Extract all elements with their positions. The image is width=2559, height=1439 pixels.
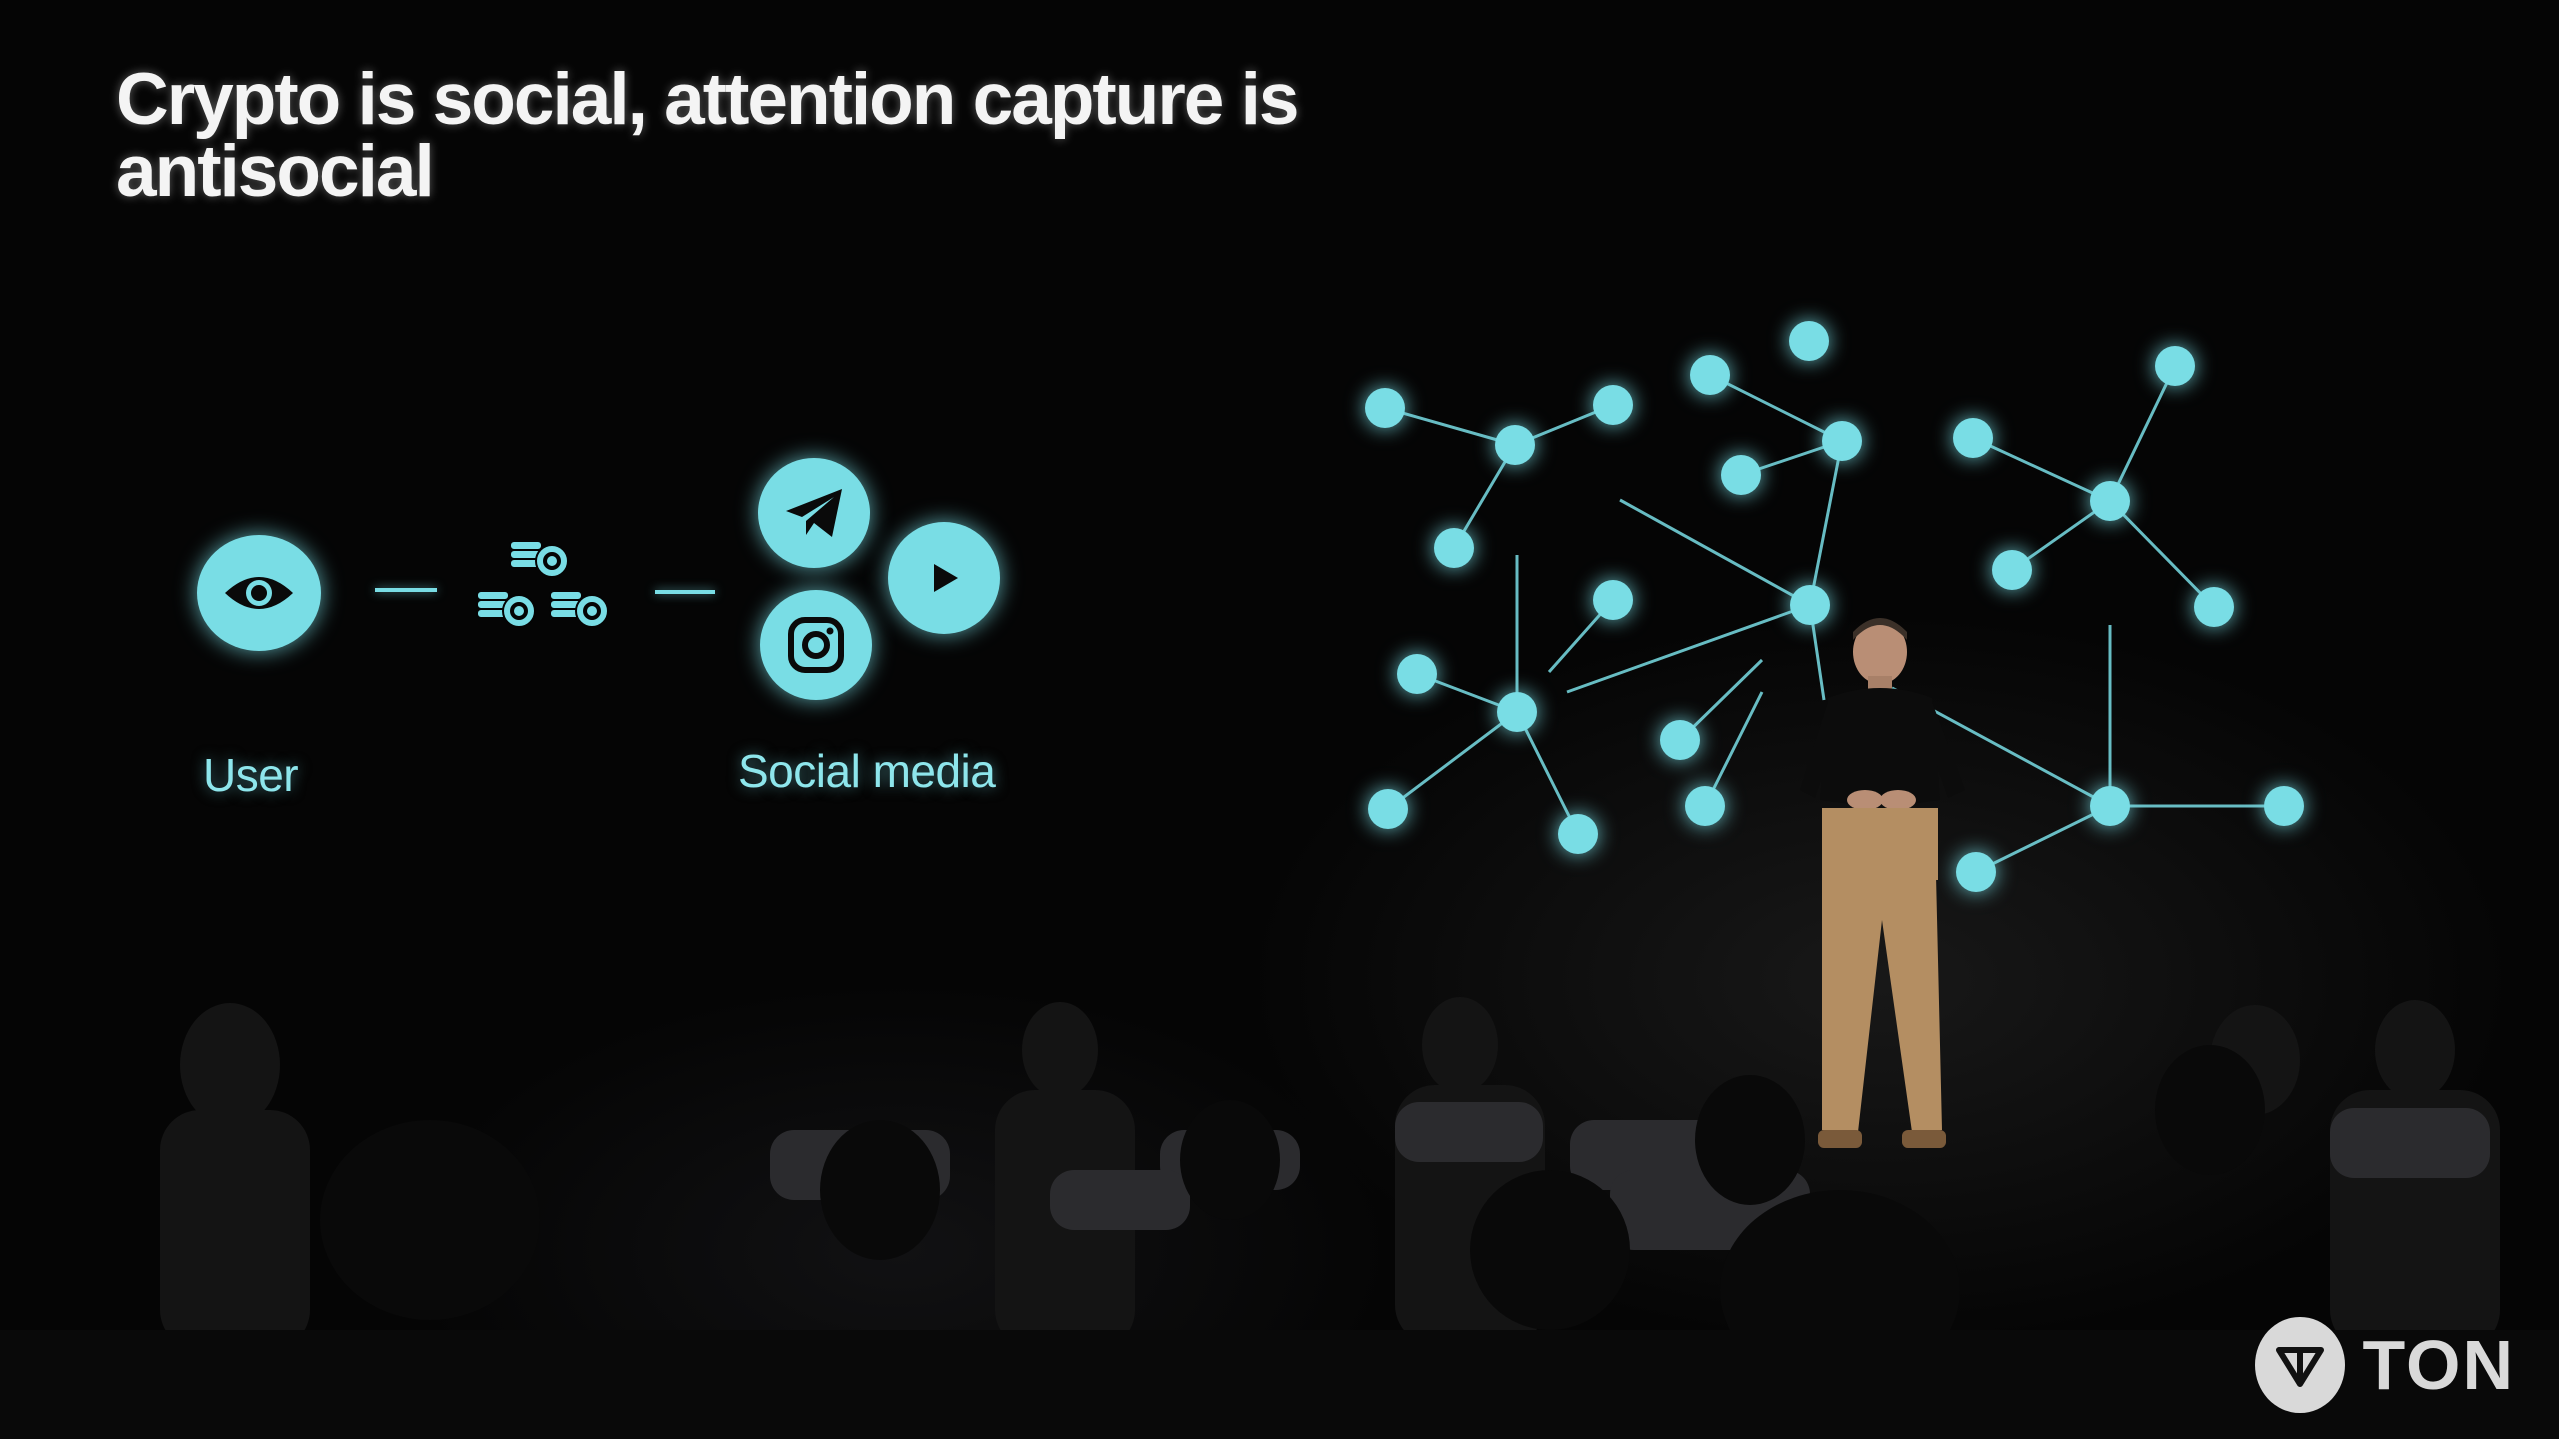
ton-logo-text: TON [2362, 1326, 2515, 1404]
ton-diamond-icon [2275, 1347, 2324, 1387]
ton-logo-mark [2255, 1317, 2345, 1413]
ton-logo: TON [2255, 1315, 2515, 1415]
keynote-stage: Crypto is social, attention capture is a… [0, 0, 2559, 1439]
audience-silhouettes [0, 997, 2559, 1439]
